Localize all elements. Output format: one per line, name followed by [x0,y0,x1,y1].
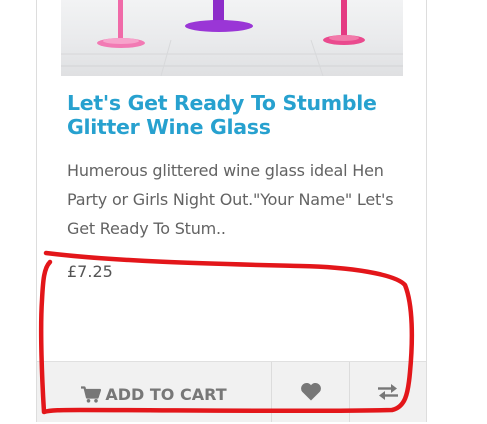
add-to-cart-button[interactable]: ADD TO CART [37,362,272,422]
product-action-bar: ADD TO CART [37,361,426,422]
product-title[interactable]: Let's Get Ready To Stumble Glitter Wine … [67,91,407,139]
heart-icon [300,382,322,405]
add-to-cart-label: ADD TO CART [105,384,227,404]
compare-arrows-icon [377,383,399,405]
wishlist-button[interactable] [272,362,350,422]
product-image[interactable] [61,0,403,76]
wine-glasses-illustration [61,0,403,76]
shopping-cart-icon [81,385,102,403]
product-description: Humerous glittered wine glass ideal Hen … [67,161,394,238]
compare-button[interactable] [350,362,426,422]
product-card: Let's Get Ready To Stumble Glitter Wine … [36,0,427,422]
product-price: £7.25 [67,262,113,281]
